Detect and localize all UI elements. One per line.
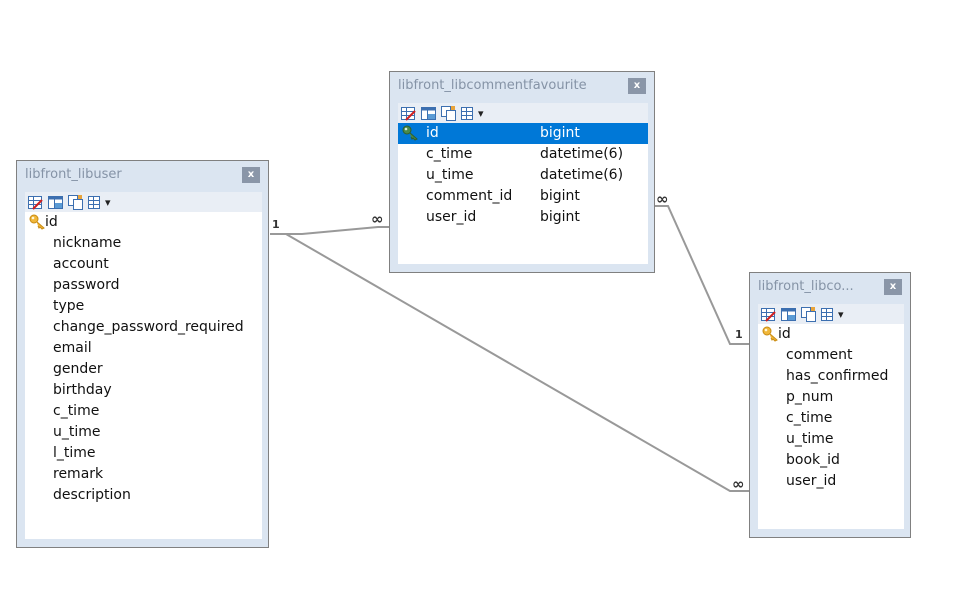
field-name: l_time [53,445,96,461]
field-list: id comment has_confirmed p_num c_time u_timeb… [758,324,904,529]
close-table-button[interactable]: x [628,78,646,94]
field-row[interactable]: book_id [758,450,904,471]
table-libcommentfavourite[interactable]: libfront_libcommentfavourite x ▾ id bigin… [389,71,655,273]
cardinality-many-label: ∞ [656,190,669,208]
field-row[interactable]: l_time [25,443,262,464]
field-row[interactable]: has_confirmed [758,366,904,387]
field-type: bigint [540,188,580,204]
table-toolbar: ▾ [758,304,904,324]
design-table-icon[interactable] [780,306,797,323]
field-row[interactable]: id [758,324,904,345]
field-name: birthday [53,382,112,398]
table-toolbar: ▾ [25,192,262,212]
field-name: comment [786,347,853,363]
edit-table-icon[interactable] [760,306,777,323]
field-name: change_password_required [53,319,244,335]
field-name: user_id [786,473,837,489]
table-menu-icon[interactable] [820,306,837,323]
field-name: u_time [786,431,834,447]
field-name: u_time [426,167,474,183]
cardinality-many-label: ∞ [732,475,745,493]
field-name: c_time [786,410,833,426]
field-row[interactable]: gender [25,359,262,380]
relationship-line-favourite-comment [655,205,750,345]
field-name: u_time [53,424,101,440]
field-name: c_time [53,403,100,419]
field-name: remark [53,466,104,482]
field-row[interactable]: birthday [25,380,262,401]
field-row[interactable]: password [25,275,262,296]
field-name: id [778,326,791,342]
copy-table-icon[interactable] [67,194,84,211]
field-name: account [53,256,109,272]
field-row[interactable]: change_password_required [25,317,262,338]
chevron-down-icon[interactable]: ▾ [478,105,484,122]
field-name: has_confirmed [786,368,889,384]
field-name: nickname [53,235,122,251]
design-table-icon[interactable] [420,105,437,122]
chevron-down-icon[interactable]: ▾ [105,194,111,211]
table-title: libfront_libuser [25,167,122,182]
cardinality-many-label: ∞ [371,210,384,228]
field-name: description [53,487,131,503]
table-title: libfront_libco... [758,279,854,294]
field-row[interactable]: remark [25,464,262,485]
table-menu-icon[interactable] [87,194,104,211]
field-row[interactable]: comment [758,345,904,366]
field-name: user_id [426,209,477,225]
table-toolbar: ▾ [398,103,648,123]
copy-table-icon[interactable] [800,306,817,323]
cardinality-one-label: 1 [272,218,280,231]
table-title: libfront_libcommentfavourite [398,78,587,93]
field-row[interactable]: description [25,485,262,506]
field-type: datetime(6) [540,146,624,162]
relationship-line-user-favourite [270,226,390,235]
field-name: c_time [426,146,473,162]
design-table-icon[interactable] [47,194,64,211]
field-type: bigint [540,209,580,225]
table-libcomment[interactable]: libfront_libco... x ▾ id comment has_confi… [749,272,911,538]
field-name: email [53,340,92,356]
field-name: id [45,214,58,230]
field-row[interactable]: id [25,212,262,233]
field-row[interactable]: nickname [25,233,262,254]
field-name: id [426,125,439,141]
field-row[interactable]: c_time [25,401,262,422]
field-name: p_num [786,389,834,405]
field-row[interactable]: id bigint [398,123,648,144]
cardinality-one-label: 1 [735,328,743,341]
field-list: id bigint c_time datetime(6) u_time datetime(… [398,123,648,264]
field-row[interactable]: c_time [758,408,904,429]
field-list: id nickname account password type change_pass… [25,212,262,539]
table-libuser[interactable]: libfront_libuser x ▾ id nickname account pa… [16,160,269,548]
field-row[interactable]: c_time datetime(6) [398,144,648,165]
chevron-down-icon[interactable]: ▾ [838,306,844,323]
field-row[interactable]: email [25,338,262,359]
close-table-button[interactable]: x [242,167,260,183]
primary-key-icon [402,125,420,141]
field-row[interactable]: p_num [758,387,904,408]
copy-table-icon[interactable] [440,105,457,122]
field-row[interactable]: account [25,254,262,275]
field-row[interactable]: comment_id bigint [398,186,648,207]
er-diagram-canvas: 1 ∞ ∞ 1 ∞ libfront_libuser x ▾ id nicknam… [0,0,970,612]
field-name: gender [53,361,103,377]
field-name: type [53,298,85,314]
field-row[interactable]: user_id [758,471,904,492]
field-row[interactable]: u_time [758,429,904,450]
field-type: datetime(6) [540,167,624,183]
field-row[interactable]: u_time [25,422,262,443]
edit-table-icon[interactable] [27,194,44,211]
field-type: bigint [540,125,580,141]
field-name: comment_id [426,188,513,204]
close-table-button[interactable]: x [884,279,902,295]
field-row[interactable]: u_time datetime(6) [398,165,648,186]
field-row[interactable]: user_id bigint [398,207,648,228]
field-name: password [53,277,120,293]
field-name: book_id [786,452,840,468]
table-menu-icon[interactable] [460,105,477,122]
edit-table-icon[interactable] [400,105,417,122]
field-row[interactable]: type [25,296,262,317]
